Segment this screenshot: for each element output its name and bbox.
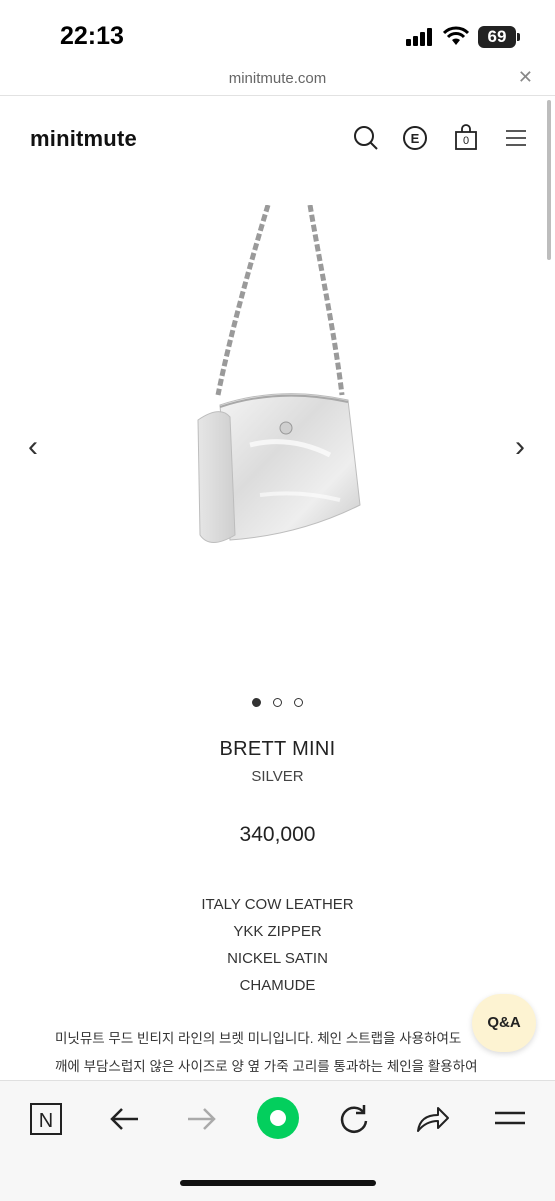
share-icon[interactable] [412, 1099, 452, 1139]
site-header: minitmute E 0 [0, 96, 555, 176]
menu-icon[interactable] [490, 1099, 530, 1139]
product-image [197, 205, 361, 543]
product-color: SILVER [251, 768, 304, 785]
home-indicator[interactable] [180, 1180, 376, 1186]
prev-arrow[interactable]: ‹ [28, 430, 38, 464]
battery-tip [517, 33, 520, 41]
battery-indicator: 69 [478, 26, 516, 48]
gallery-dot-1[interactable] [251, 698, 261, 707]
spec-line: ITALY COW LEATHER [201, 896, 354, 913]
spec-line: NICKEL SATIN [227, 950, 328, 967]
product-price: 340,000 [239, 823, 316, 846]
site-logo[interactable]: minitmute [30, 126, 137, 152]
spec-line: YKK ZIPPER [233, 923, 322, 940]
description-line: 깨에 부담스럽지 않은 사이즈로 양 옆 가죽 고리를 통과하는 체인을 활용하… [55, 1059, 478, 1074]
product-gallery[interactable]: ‹ › [0, 190, 555, 690]
forward-icon[interactable] [182, 1099, 222, 1139]
qa-button[interactable]: Q&A [472, 994, 536, 1052]
spec-line: CHAMUDE [239, 977, 316, 994]
naver-icon[interactable]: N [26, 1099, 66, 1139]
url-text[interactable]: minitmute.com [0, 70, 555, 87]
status-time: 22:13 [60, 22, 124, 50]
wifi-icon [443, 26, 469, 45]
search-icon[interactable] [352, 124, 380, 152]
close-icon[interactable]: ✕ [518, 67, 533, 88]
refresh-icon[interactable] [334, 1099, 374, 1139]
url-bar[interactable]: minitmute.com ✕ [0, 62, 555, 96]
e-icon[interactable]: E [401, 124, 429, 152]
cart-icon[interactable]: 0 [452, 124, 480, 152]
cart-count: 0 [462, 135, 470, 147]
description-line: 미닛뮤트 무드 빈티지 라인의 브렛 미니입니다. 체인 스트랩을 사용하여도 [55, 1031, 462, 1046]
menu-icon[interactable] [502, 124, 530, 152]
svg-text:N: N [39, 1110, 53, 1132]
gallery-dot-2[interactable] [273, 698, 282, 707]
status-bar: 22:13 69 [0, 0, 555, 62]
product-title: BRETT MINI [219, 738, 336, 760]
signal-icon [406, 28, 436, 46]
green-dot-icon[interactable] [255, 1095, 301, 1141]
svg-text:E: E [411, 131, 420, 146]
next-arrow[interactable]: › [515, 430, 525, 464]
back-icon[interactable] [104, 1099, 144, 1139]
gallery-dots[interactable] [0, 694, 555, 712]
gallery-dot-3[interactable] [294, 698, 304, 707]
